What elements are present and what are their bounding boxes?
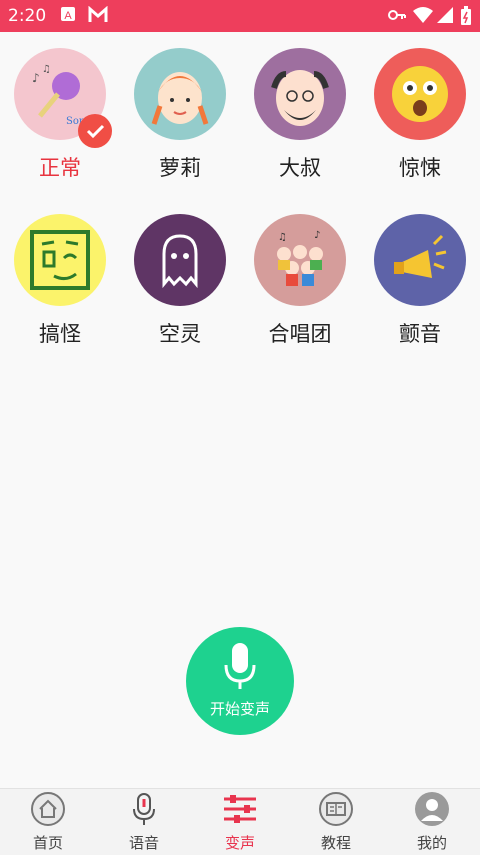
funny-avatar — [14, 214, 106, 306]
tab-label: 变声 — [224, 834, 255, 852]
voice-label: 合唱团 — [268, 322, 332, 346]
status-time: 2:20 — [8, 6, 47, 26]
voice-label: 空灵 — [159, 322, 201, 346]
bald-man-icon — [254, 48, 346, 140]
voice-option-uncle[interactable]: 大叔 — [240, 48, 360, 182]
children-choir-icon: ♪ ♫ — [254, 214, 346, 306]
girl-face-icon — [134, 48, 226, 140]
voice-option-ethereal[interactable]: 空灵 — [120, 214, 240, 348]
megaphone-icon — [374, 214, 466, 306]
loli-avatar — [134, 48, 226, 140]
sliders-icon — [224, 795, 256, 823]
voice-label: 颤音 — [399, 322, 441, 346]
user-icon — [415, 792, 449, 826]
book-icon — [319, 792, 353, 826]
tab-voice[interactable]: 语音 — [96, 789, 192, 855]
voice-label: 萝莉 — [159, 156, 201, 180]
tab-profile[interactable]: 我的 — [384, 789, 480, 855]
voice-label: 正常 — [39, 156, 81, 180]
home-icon — [31, 792, 65, 826]
app-a-icon: A — [60, 6, 76, 26]
voice-label: 惊悚 — [399, 156, 441, 180]
uncle-avatar — [254, 48, 346, 140]
normal-avatar: Song ♪ ♫ — [14, 48, 112, 148]
vpn-key-icon — [388, 6, 406, 28]
scared-face-icon — [374, 48, 466, 140]
tab-home[interactable]: 首页 — [0, 789, 96, 855]
svg-text:A: A — [64, 10, 72, 22]
start-voice-change-button[interactable]: 开始变声 — [186, 627, 294, 735]
tab-label: 首页 — [32, 834, 63, 852]
square-face-icon — [14, 214, 106, 306]
start-button-label: 开始变声 — [209, 700, 270, 718]
microphone-icon — [133, 793, 155, 825]
horror-avatar — [374, 48, 466, 140]
mail-icon — [88, 5, 108, 28]
voice-option-vibrato[interactable]: 颤音 — [360, 214, 480, 348]
bottom-tab-bar: 首页 语音 变声 教程 我的 — [0, 788, 480, 855]
chorus-avatar: ♪ ♫ — [254, 214, 346, 306]
voice-label: 搞怪 — [39, 322, 81, 346]
voice-option-horror[interactable]: 惊悚 — [360, 48, 480, 182]
svg-text:♫: ♫ — [42, 64, 51, 75]
ghost-icon — [134, 214, 226, 306]
tab-tutorial[interactable]: 教程 — [288, 789, 384, 855]
wifi-icon — [412, 6, 434, 28]
voice-option-chorus[interactable]: ♪ ♫ 合唱团 — [240, 214, 360, 348]
vibrato-avatar — [374, 214, 466, 306]
svg-text:♪: ♪ — [314, 230, 320, 241]
tab-label: 教程 — [320, 834, 351, 852]
signal-icon — [436, 6, 454, 28]
voice-option-normal[interactable]: Song ♪ ♫ 正常 — [0, 48, 120, 182]
tab-label: 我的 — [416, 834, 447, 852]
svg-text:♪: ♪ — [32, 71, 40, 85]
voice-option-funny[interactable]: 搞怪 — [0, 214, 120, 348]
svg-text:♫: ♫ — [278, 232, 287, 243]
status-bar: 2:20 A — [0, 0, 480, 32]
ethereal-avatar — [134, 214, 226, 306]
voice-label: 大叔 — [279, 156, 321, 180]
tab-voice-changer[interactable]: 变声 — [192, 789, 288, 855]
voice-option-loli[interactable]: 萝莉 — [120, 48, 240, 182]
selected-check-icon — [78, 114, 112, 148]
battery-icon — [460, 6, 472, 30]
tab-label: 语音 — [128, 834, 159, 852]
